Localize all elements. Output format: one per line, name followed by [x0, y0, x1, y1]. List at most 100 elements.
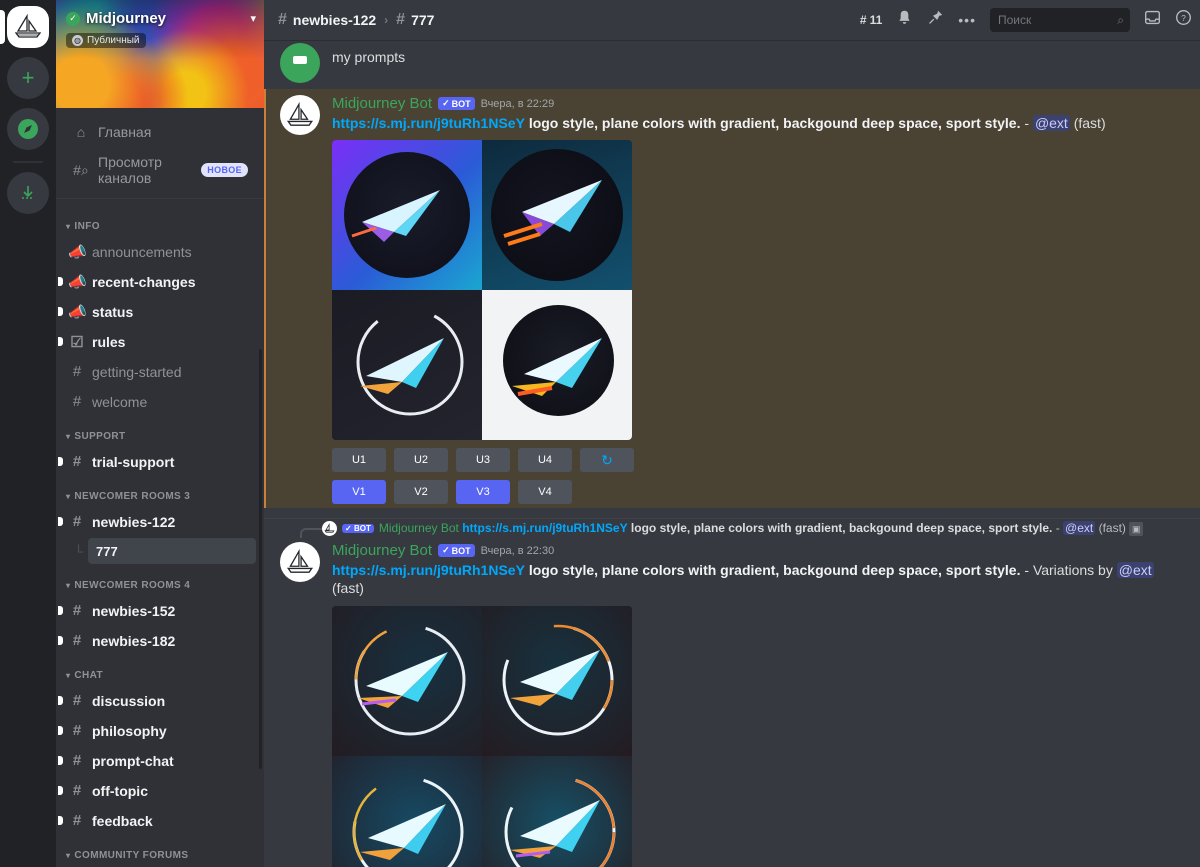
channel-sidebar: ✓ Midjourney ▾ ◍ Публичный ⌂ Главная #⌕ … [56, 0, 264, 867]
channel-status[interactable]: 📣 status [58, 297, 256, 326]
channel-newbies-182[interactable]: # newbies-182 [58, 626, 256, 655]
breadcrumb-parent[interactable]: newbies-122 [293, 12, 376, 28]
upscale-button-u2[interactable]: U2 [394, 448, 448, 473]
message-author[interactable]: Midjourney Bot [332, 542, 432, 559]
grid-image-2[interactable] [482, 140, 632, 291]
avatar[interactable] [322, 521, 337, 537]
help-button[interactable]: ? [1175, 9, 1192, 31]
grid-image-4[interactable] [482, 290, 632, 441]
category-info[interactable]: ▾ INFO [56, 207, 264, 236]
message-link[interactable]: https://s.mj.run/j9tuRh1NSeY [332, 115, 525, 131]
variation-button-v4[interactable]: V4 [518, 480, 572, 505]
reply-link[interactable]: https://s.mj.run/j9tuRh1NSeY [462, 521, 627, 535]
message-timestamp: Вчера, в 22:30 [480, 544, 555, 557]
pin-icon [929, 10, 943, 24]
category-label: SUPPORT [74, 431, 126, 443]
channel-discussion[interactable]: # discussion [58, 686, 256, 715]
avatar[interactable] [280, 43, 320, 83]
rules-icon: ☑ [70, 333, 84, 351]
message-body: Midjourney Bot ✓ BOT Вчера, в 22:29 http… [332, 95, 1184, 505]
grid-image-3[interactable] [332, 755, 482, 867]
channel-feedback[interactable]: # feedback [58, 806, 256, 835]
reply-separator: - [1055, 521, 1060, 536]
channel-trial-support[interactable]: # trial-support [58, 447, 256, 476]
hash-icon: # [72, 363, 82, 381]
channel-off-topic[interactable]: # off-topic [58, 776, 256, 805]
message-text: my prompts [332, 49, 406, 65]
reply-preview[interactable]: ✓ BOT Midjourney Bot https://s.mj.run/j9… [264, 519, 1200, 539]
breadcrumb-thread[interactable]: 777 [411, 12, 434, 28]
channel-recent-changes[interactable]: 📣 recent-changes [58, 267, 256, 296]
forum-icon: # [72, 513, 82, 531]
search-input[interactable]: Поиск ⌕ [990, 8, 1130, 32]
server-banner[interactable]: ✓ Midjourney ▾ ◍ Публичный [56, 0, 264, 108]
message-link[interactable]: https://s.mj.run/j9tuRh1NSeY [332, 562, 525, 578]
more-options-button[interactable]: ••• [958, 12, 976, 28]
upscale-button-u3[interactable]: U3 [456, 448, 510, 473]
image-grid-second[interactable] [332, 605, 632, 867]
reroll-button[interactable]: ↻ [580, 448, 634, 473]
thread-label: 777 [96, 543, 118, 559]
message-first: Midjourney Bot ✓ BOT Вчера, в 22:29 http… [264, 89, 1200, 509]
grid-image-2[interactable] [482, 605, 632, 756]
channel-philosophy[interactable]: # philosophy [58, 716, 256, 745]
hash-icon: # [72, 453, 82, 471]
threads-button[interactable]: # 11 [860, 13, 882, 27]
add-server-button[interactable]: + [7, 57, 49, 99]
category-chat[interactable]: ▾ CHAT [56, 656, 264, 685]
chevron-down-icon[interactable]: ▾ [250, 12, 256, 25]
category-community-forums[interactable]: ▾ COMMUNITY FORUMS [56, 836, 264, 865]
reply-mention[interactable]: @ext [1063, 521, 1096, 536]
message-author[interactable]: Midjourney Bot [332, 95, 432, 112]
channel-rules[interactable]: ☑ rules [58, 327, 256, 356]
channel-label: prompt-chat [92, 752, 174, 769]
category-newcomer-rooms-4[interactable]: ▾ NEWCOMER ROOMS 4 [56, 566, 264, 595]
avatar[interactable] [280, 542, 320, 583]
variation-button-v2[interactable]: V2 [394, 480, 448, 505]
download-apps-button[interactable] [7, 172, 49, 214]
channel-getting-started[interactable]: # getting-started [64, 357, 256, 386]
reply-author[interactable]: Midjourney Bot [379, 521, 459, 535]
explore-servers-button[interactable] [7, 108, 49, 150]
message-mention[interactable]: @ext [1032, 115, 1070, 131]
message-mention[interactable]: @ext [1116, 562, 1154, 579]
channel-welcome[interactable]: # welcome [64, 387, 256, 416]
sidebar-item-browse-channels[interactable]: #⌕ Просмотр каналов НОВОЕ [64, 148, 256, 192]
variation-button-v1[interactable]: V1 [332, 480, 386, 505]
channel-announcements[interactable]: 📣 announcements [64, 237, 256, 266]
unread-indicator [58, 307, 63, 317]
upscale-button-u4[interactable]: U4 [518, 448, 572, 473]
sidebar-scrollbar[interactable] [259, 349, 262, 770]
channel-prompt-chat[interactable]: # prompt-chat [58, 746, 256, 775]
variation-button-v3[interactable]: V3 [456, 480, 510, 505]
hash-icon: # [72, 722, 82, 740]
category-newcomer-rooms-3[interactable]: ▾ NEWCOMER ROOMS 3 [56, 477, 264, 506]
plus-icon: + [21, 65, 35, 90]
sidebar-item-home[interactable]: ⌂ Главная [64, 116, 256, 148]
thread-row[interactable]: └ 777 [64, 537, 256, 565]
channel-label: newbies-122 [92, 513, 176, 530]
message-list[interactable]: my prompts Midjourney Bot ✓ BOT Вчера, в… [264, 41, 1200, 867]
category-support[interactable]: ▾ SUPPORT [56, 417, 264, 446]
thread-icon: # [396, 11, 406, 28]
unread-indicator [58, 726, 63, 736]
server-icon-midjourney[interactable] [0, 6, 49, 48]
upscale-button-u1[interactable]: U1 [332, 448, 386, 473]
thread-item-777[interactable]: 777 [88, 538, 256, 565]
inbox-button[interactable] [1144, 9, 1161, 31]
channel-newbies-152[interactable]: # newbies-152 [58, 596, 256, 625]
topbar-actions: # 11 ••• Поиск ⌕ ? [860, 8, 1192, 32]
grid-image-1[interactable] [332, 605, 482, 756]
image-grid-first[interactable] [332, 140, 632, 441]
grid-image-3[interactable] [332, 290, 482, 441]
notifications-button[interactable] [896, 9, 913, 31]
grid-image-4[interactable] [482, 755, 632, 867]
avatar[interactable] [280, 95, 320, 135]
pinned-messages-button[interactable] [927, 9, 944, 31]
grid-image-1[interactable] [332, 140, 482, 291]
announcement-icon: 📣 [68, 243, 87, 261]
server-header[interactable]: ✓ Midjourney ▾ ◍ Публичный [66, 10, 256, 48]
channel-newbies-122[interactable]: # newbies-122 [58, 507, 256, 536]
search-placeholder: Поиск [998, 13, 1032, 27]
channel-list[interactable]: ▾ INFO 📣 announcements 📣 recent-changes … [56, 199, 264, 867]
